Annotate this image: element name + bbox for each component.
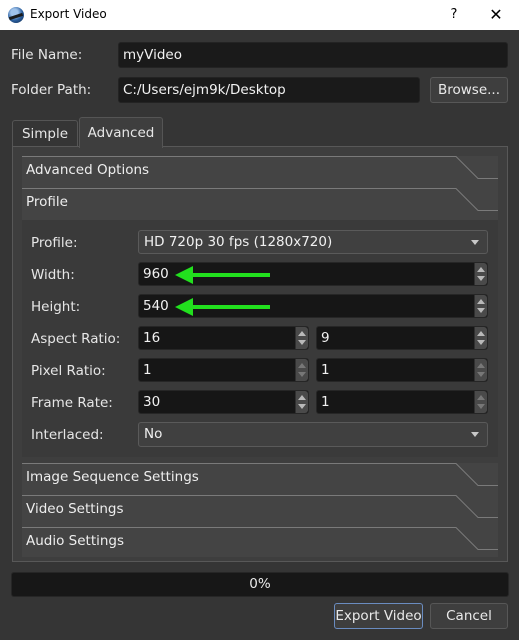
spin-up-icon — [298, 395, 306, 400]
window-title: Export Video — [30, 7, 107, 21]
pixel-den-spin-buttons[interactable] — [474, 359, 487, 381]
width-value: 960 — [143, 266, 169, 282]
height-value: 540 — [143, 298, 169, 314]
export-video-button[interactable]: Export Video — [334, 603, 423, 629]
spin-up-icon — [477, 267, 485, 272]
aspect-ratio-label: Aspect Ratio: — [31, 331, 121, 347]
pixel-ratio-denominator-spinbox[interactable]: 1 — [316, 358, 488, 382]
frame-rate-denominator-spinbox[interactable]: 1 — [316, 390, 488, 414]
section-advanced-options-label: Advanced Options — [26, 162, 150, 178]
frame-rate-label: Frame Rate: — [31, 395, 113, 411]
cancel-button[interactable]: Cancel — [430, 603, 508, 629]
section-image-sequence-label: Image Sequence Settings — [26, 469, 199, 485]
spin-down-icon — [477, 340, 485, 345]
pixel-ratio-label: Pixel Ratio: — [31, 363, 106, 379]
height-label: Height: — [31, 299, 81, 315]
chevron-down-icon — [471, 432, 479, 437]
section-advanced-options[interactable]: Advanced Options — [22, 156, 498, 188]
close-button[interactable]: ✕ — [486, 5, 506, 25]
spin-down-icon — [477, 276, 485, 281]
profile-label: Profile: — [31, 235, 78, 251]
spin-up-icon — [477, 363, 485, 368]
spin-up-icon — [298, 331, 306, 336]
pixel-ratio-numerator-value: 1 — [143, 362, 152, 378]
aspect-ratio-denominator-value: 9 — [321, 330, 330, 346]
browse-button[interactable]: Browse... — [430, 77, 508, 103]
pixel-ratio-denominator-value: 1 — [321, 362, 330, 378]
height-spin-buttons[interactable] — [474, 295, 487, 317]
section-video-settings-label: Video Settings — [26, 501, 124, 517]
frame-den-spin-buttons[interactable] — [474, 391, 487, 413]
aspect-ratio-denominator-spinbox[interactable]: 9 — [316, 326, 488, 350]
green-arrow-annotation-width — [175, 266, 270, 284]
spin-up-icon — [477, 395, 485, 400]
section-audio-settings-label: Audio Settings — [26, 533, 125, 549]
frame-rate-numerator-value: 30 — [143, 394, 161, 410]
pixel-num-spin-buttons[interactable] — [295, 359, 308, 381]
frame-rate-numerator-spinbox[interactable]: 30 — [138, 390, 309, 414]
section-divider — [22, 188, 498, 211]
file-name-label: File Name: — [11, 47, 83, 63]
folder-path-label: Folder Path: — [11, 82, 92, 98]
section-image-sequence[interactable]: Image Sequence Settings — [22, 463, 498, 495]
aspect-ratio-numerator-spinbox[interactable]: 16 — [138, 326, 309, 350]
frame-num-spin-buttons[interactable] — [295, 391, 308, 413]
interlaced-select[interactable]: No — [138, 422, 488, 447]
interlaced-select-value: No — [144, 426, 163, 442]
export-progress-bar: 0% — [11, 572, 509, 597]
aspect-ratio-numerator-value: 16 — [143, 330, 161, 346]
spin-up-icon — [477, 299, 485, 304]
section-profile[interactable]: Profile — [22, 188, 498, 220]
chevron-down-icon — [471, 240, 479, 245]
section-video-settings[interactable]: Video Settings — [22, 495, 498, 527]
spin-down-icon — [477, 372, 485, 377]
aspect-den-spin-buttons[interactable] — [474, 327, 487, 349]
help-button[interactable]: ? — [444, 5, 464, 25]
interlaced-label: Interlaced: — [31, 427, 104, 443]
app-logo-icon — [8, 7, 24, 23]
spin-down-icon — [477, 404, 485, 409]
file-name-input[interactable]: myVideo — [118, 42, 508, 68]
spin-down-icon — [298, 372, 306, 377]
tab-advanced[interactable]: Advanced — [79, 117, 163, 148]
pixel-ratio-numerator-spinbox[interactable]: 1 — [138, 358, 309, 382]
spin-up-icon — [298, 363, 306, 368]
green-arrow-annotation-height — [175, 298, 270, 316]
folder-path-input[interactable]: C:/Users/ejm9k/Desktop — [118, 77, 420, 103]
spin-down-icon — [477, 308, 485, 313]
spin-up-icon — [477, 331, 485, 336]
tab-simple[interactable]: Simple — [12, 120, 78, 147]
profile-select[interactable]: HD 720p 30 fps (1280x720) — [138, 230, 488, 254]
spin-down-icon — [298, 404, 306, 409]
aspect-num-spin-buttons[interactable] — [295, 327, 308, 349]
section-profile-label: Profile — [26, 194, 68, 210]
frame-rate-denominator-value: 1 — [321, 394, 330, 410]
title-bar: Export Video ? ✕ — [0, 0, 519, 30]
width-spin-buttons[interactable] — [474, 263, 487, 285]
width-label: Width: — [31, 267, 75, 283]
spin-down-icon — [298, 340, 306, 345]
profile-select-value: HD 720p 30 fps (1280x720) — [144, 234, 333, 250]
section-audio-settings[interactable]: Audio Settings — [22, 527, 498, 557]
